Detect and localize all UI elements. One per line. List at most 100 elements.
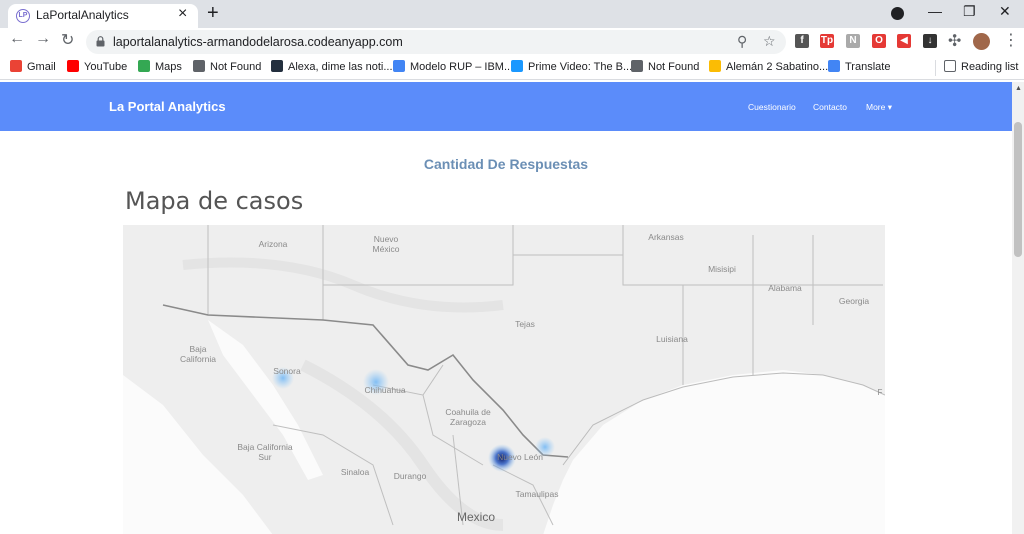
map-label: Sonora [273,366,301,376]
map-label-line: Arizona [259,239,288,249]
bookmarks-bar: Reading list Gmail YouTube Maps Not Found Al… [0,56,1024,80]
map-label-line: Alabama [768,283,802,293]
menu-kebab-icon[interactable]: ⋮ [1003,30,1019,50]
download-ext-icon[interactable]: ↓ [923,34,937,48]
bookmark-label: Prime Video: The B... [528,61,633,73]
lock-icon [96,36,105,47]
site-favicon-icon: LP [16,9,30,23]
map-label-line: Misisipi [708,264,736,274]
minimize-icon[interactable]: — [928,3,942,19]
map-label-line: Chihuahua [364,385,405,395]
globe-icon [193,60,205,72]
nav-dropdown-more[interactable]: More ▾ [866,102,892,113]
bookmark-item[interactable]: YouTube [67,60,127,73]
site-brand-link[interactable]: La Portal Analytics [109,99,226,114]
extensions-puzzle-icon[interactable]: ✣ [948,31,961,51]
map-label-line: F [878,388,883,397]
bookmarks-separator [935,60,936,76]
map-label: Tejas [515,319,535,329]
map-label-line: Sur [258,452,271,462]
map-label-line: Luisiana [656,334,688,344]
page-viewport: La Portal Analytics Cuestionario Contact… [0,82,1012,534]
nav-more-label: More [866,102,886,112]
map-label: F [878,388,883,397]
bookmark-item[interactable]: Prime Video: The B... [511,60,632,73]
map-label: Arizona [259,239,288,249]
map-label: Luisiana [656,334,688,344]
bookmark-item[interactable]: Alemán 2 Sabatino... [709,60,828,73]
forward-icon[interactable]: → [35,30,51,48]
map-label-line: Nuevo León [497,452,543,462]
map-label-line: Mexico [457,510,495,524]
map-label-line: Georgia [839,296,870,306]
map-label: Coahuila de Zaragoza [445,407,491,427]
back-icon[interactable]: ← [9,30,25,48]
zoom-icon[interactable]: ⚲ [737,33,747,50]
scroll-thumb[interactable] [1014,122,1022,257]
gmail-icon [10,60,22,72]
bookmark-label: Alexa, dime las noti... [288,61,393,73]
avatar[interactable] [973,33,990,50]
bookmark-label: Gmail [27,61,56,73]
map-label-line: México [373,244,400,254]
bookmark-item[interactable]: Not Found [193,60,261,73]
map-label: Durango [394,471,427,481]
map-label-line: Tejas [515,319,535,329]
reading-list-button[interactable]: Reading list [944,60,1018,73]
new-tab-icon[interactable]: + [207,2,219,25]
megaphone-ext-icon[interactable]: ◀ [897,34,911,48]
opera-ext-icon[interactable]: O [872,34,886,48]
map-label: Nuevo León [497,452,543,462]
gray-ext-icon[interactable]: N [846,34,860,48]
bookmark-item[interactable]: Alexa, dime las noti... [271,60,393,73]
section-title: Cantidad De Respuestas [423,156,589,172]
cases-heatmap-map[interactable]: Arizona Nuevo México Arkansas Misisipi Alabam… [123,225,885,534]
bookmark-item[interactable]: Not Found [631,60,699,73]
bookmark-label: Not Found [210,61,262,73]
tp-ext-icon[interactable]: Tp [820,34,834,48]
map-label: Nuevo México [373,234,400,254]
bookmark-label: Translate [845,61,891,73]
browser-tabstrip: LP LaPortalAnalytics × + — ❐ ✕ [0,0,1024,28]
map-label-line: Sinaloa [341,467,370,477]
scroll-up-arrow-icon[interactable]: ▲ [1015,85,1022,92]
map-canvas[interactable]: Arizona Nuevo México Arkansas Misisipi Alabam… [123,225,885,534]
tab-close-icon[interactable]: × [178,5,187,23]
drive-icon [709,60,721,72]
page-scrollbar[interactable]: ▲ [1012,82,1024,534]
map-label-line: California [180,354,216,364]
map-label: Tamaulipas [516,489,559,499]
url-text: laportalanalytics-armandodelarosa.codean… [113,35,403,49]
bookmark-label: Not Found [648,61,700,73]
caret-down-icon: ▾ [885,102,893,112]
nav-link-contacto[interactable]: Contacto [813,102,847,112]
pacific-ocean [123,375,273,534]
bookmark-item[interactable]: Modelo RUP – IBM... [393,60,513,73]
facebook-ext-icon[interactable]: f [795,34,809,48]
bookmark-star-icon[interactable]: ☆ [763,33,776,50]
bookmark-item[interactable]: Translate [828,60,890,73]
map-label-line: Durango [394,471,427,481]
translate-icon [828,60,840,72]
chrome-media-icon[interactable] [891,7,904,20]
browser-tab[interactable]: LP LaPortalAnalytics × [8,4,198,28]
reading-list-label: Reading list [961,61,1019,73]
restore-icon[interactable]: ❐ [963,3,976,20]
bookmark-item[interactable]: Gmail [10,60,56,73]
bookmark-label: Maps [155,61,182,73]
bookmark-label: YouTube [84,61,128,73]
prime-video-icon [511,60,523,72]
map-label: Georgia [839,296,870,306]
map-label-line: Baja [189,344,206,354]
map-label: Alabama [768,283,802,293]
youtube-icon [67,60,79,72]
window-close-icon[interactable]: ✕ [999,3,1011,20]
map-label-line: Arkansas [648,232,683,242]
tab-title: LaPortalAnalytics [36,8,129,22]
reload-icon[interactable]: ↻ [61,30,74,50]
address-bar[interactable]: laportalanalytics-armandodelarosa.codean… [86,30,786,54]
map-label: Misisipi [708,264,736,274]
nav-link-cuestionario[interactable]: Cuestionario [748,102,796,112]
browser-toolbar: ← → ↻ laportalanalytics-armandodelarosa.… [0,28,1024,56]
bookmark-item[interactable]: Maps [138,60,182,73]
